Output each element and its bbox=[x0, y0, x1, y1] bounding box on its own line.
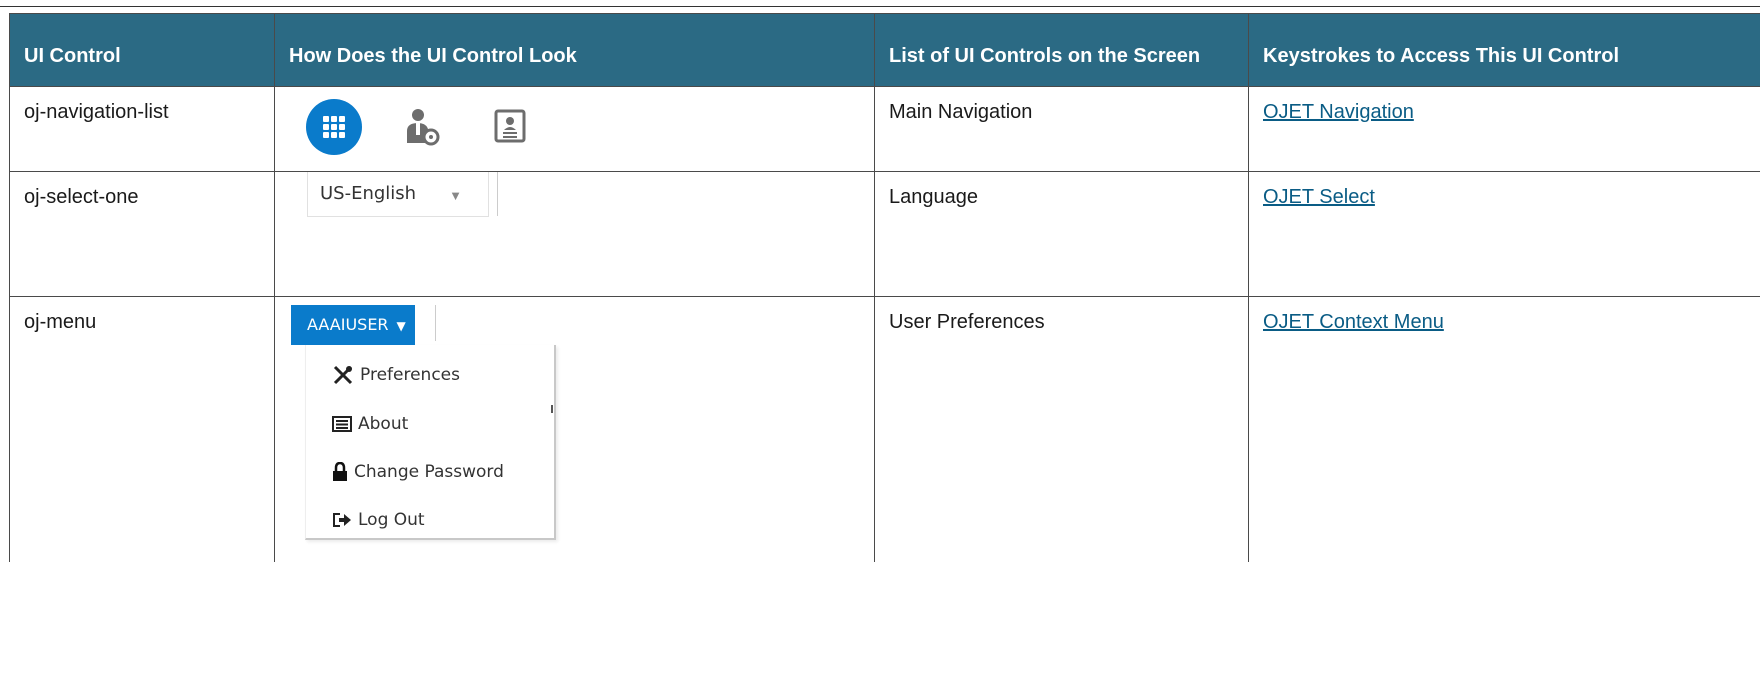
control-illustration bbox=[274, 86, 875, 172]
user-menu-button[interactable]: AAAIUSER ▼ bbox=[291, 305, 415, 345]
select-value: US-English bbox=[320, 183, 417, 204]
info-card-icon bbox=[332, 416, 352, 432]
table-row: oj-navigation-list Main Navigation OJET … bbox=[9, 86, 1760, 172]
contact-card-icon bbox=[494, 109, 526, 143]
control-name: oj-select-one bbox=[9, 171, 275, 297]
control-illustration: US-English ▼ bbox=[274, 171, 875, 297]
control-name: oj-navigation-list bbox=[9, 86, 275, 172]
keystrokes-cell: OJET Select bbox=[1248, 171, 1760, 297]
header-ui-control: UI Control bbox=[9, 13, 275, 87]
menu-item-preferences[interactable]: Preferences bbox=[332, 362, 460, 388]
table-row: oj-select-one US-English ▼ Language OJET… bbox=[9, 171, 1760, 297]
button-divider bbox=[435, 305, 436, 341]
tools-icon bbox=[333, 365, 353, 385]
header-how-look: How Does the UI Control Look bbox=[274, 13, 875, 87]
ojet-select-link[interactable]: OJET Select bbox=[1263, 186, 1375, 208]
top-rule bbox=[0, 6, 1760, 7]
language-select[interactable]: US-English ▼ bbox=[307, 172, 498, 217]
user-menu-popup: Preferences About Change Password Log Ou… bbox=[305, 345, 556, 540]
control-list: User Preferences bbox=[874, 296, 1249, 562]
menu-item-change-password[interactable]: Change Password bbox=[332, 459, 504, 485]
sign-out-icon bbox=[333, 513, 351, 527]
header-list-controls: List of UI Controls on the Screen bbox=[874, 13, 1249, 87]
menu-edge-mark bbox=[551, 405, 553, 413]
select-divider bbox=[497, 172, 498, 216]
caret-down-icon: ▼ bbox=[449, 188, 462, 203]
control-list: Main Navigation bbox=[874, 86, 1249, 172]
header-keystrokes: Keystrokes to Access This UI Control bbox=[1248, 13, 1760, 87]
ojet-navigation-link[interactable]: OJET Navigation bbox=[1263, 101, 1414, 123]
user-menu-button-label: AAAIUSER bbox=[307, 315, 389, 334]
ui-controls-table: UI Control How Does the UI Control Look … bbox=[9, 13, 1760, 562]
menu-item-log-out[interactable]: Log Out bbox=[332, 507, 425, 533]
caret-down-icon: ▼ bbox=[396, 319, 406, 333]
keystrokes-cell: OJET Context Menu bbox=[1248, 296, 1760, 562]
ojet-context-menu-link[interactable]: OJET Context Menu bbox=[1263, 311, 1444, 333]
lock-icon bbox=[333, 462, 347, 481]
user-settings-icon bbox=[407, 109, 440, 146]
control-list: Language bbox=[874, 171, 1249, 297]
user-menu-illustration: AAAIUSER ▼ Preferences About Change Pass… bbox=[289, 297, 860, 542]
control-name: oj-menu bbox=[9, 296, 275, 562]
control-illustration: AAAIUSER ▼ Preferences About Change Pass… bbox=[274, 296, 875, 562]
table-header-row: UI Control How Does the UI Control Look … bbox=[9, 13, 1760, 87]
menu-item-about[interactable]: About bbox=[332, 411, 408, 437]
navigation-list-illustration bbox=[289, 87, 860, 157]
apps-grid-icon bbox=[306, 99, 362, 155]
keystrokes-cell: OJET Navigation bbox=[1248, 86, 1760, 172]
table-row: oj-menu AAAIUSER ▼ Preferences About Cha… bbox=[9, 296, 1760, 562]
